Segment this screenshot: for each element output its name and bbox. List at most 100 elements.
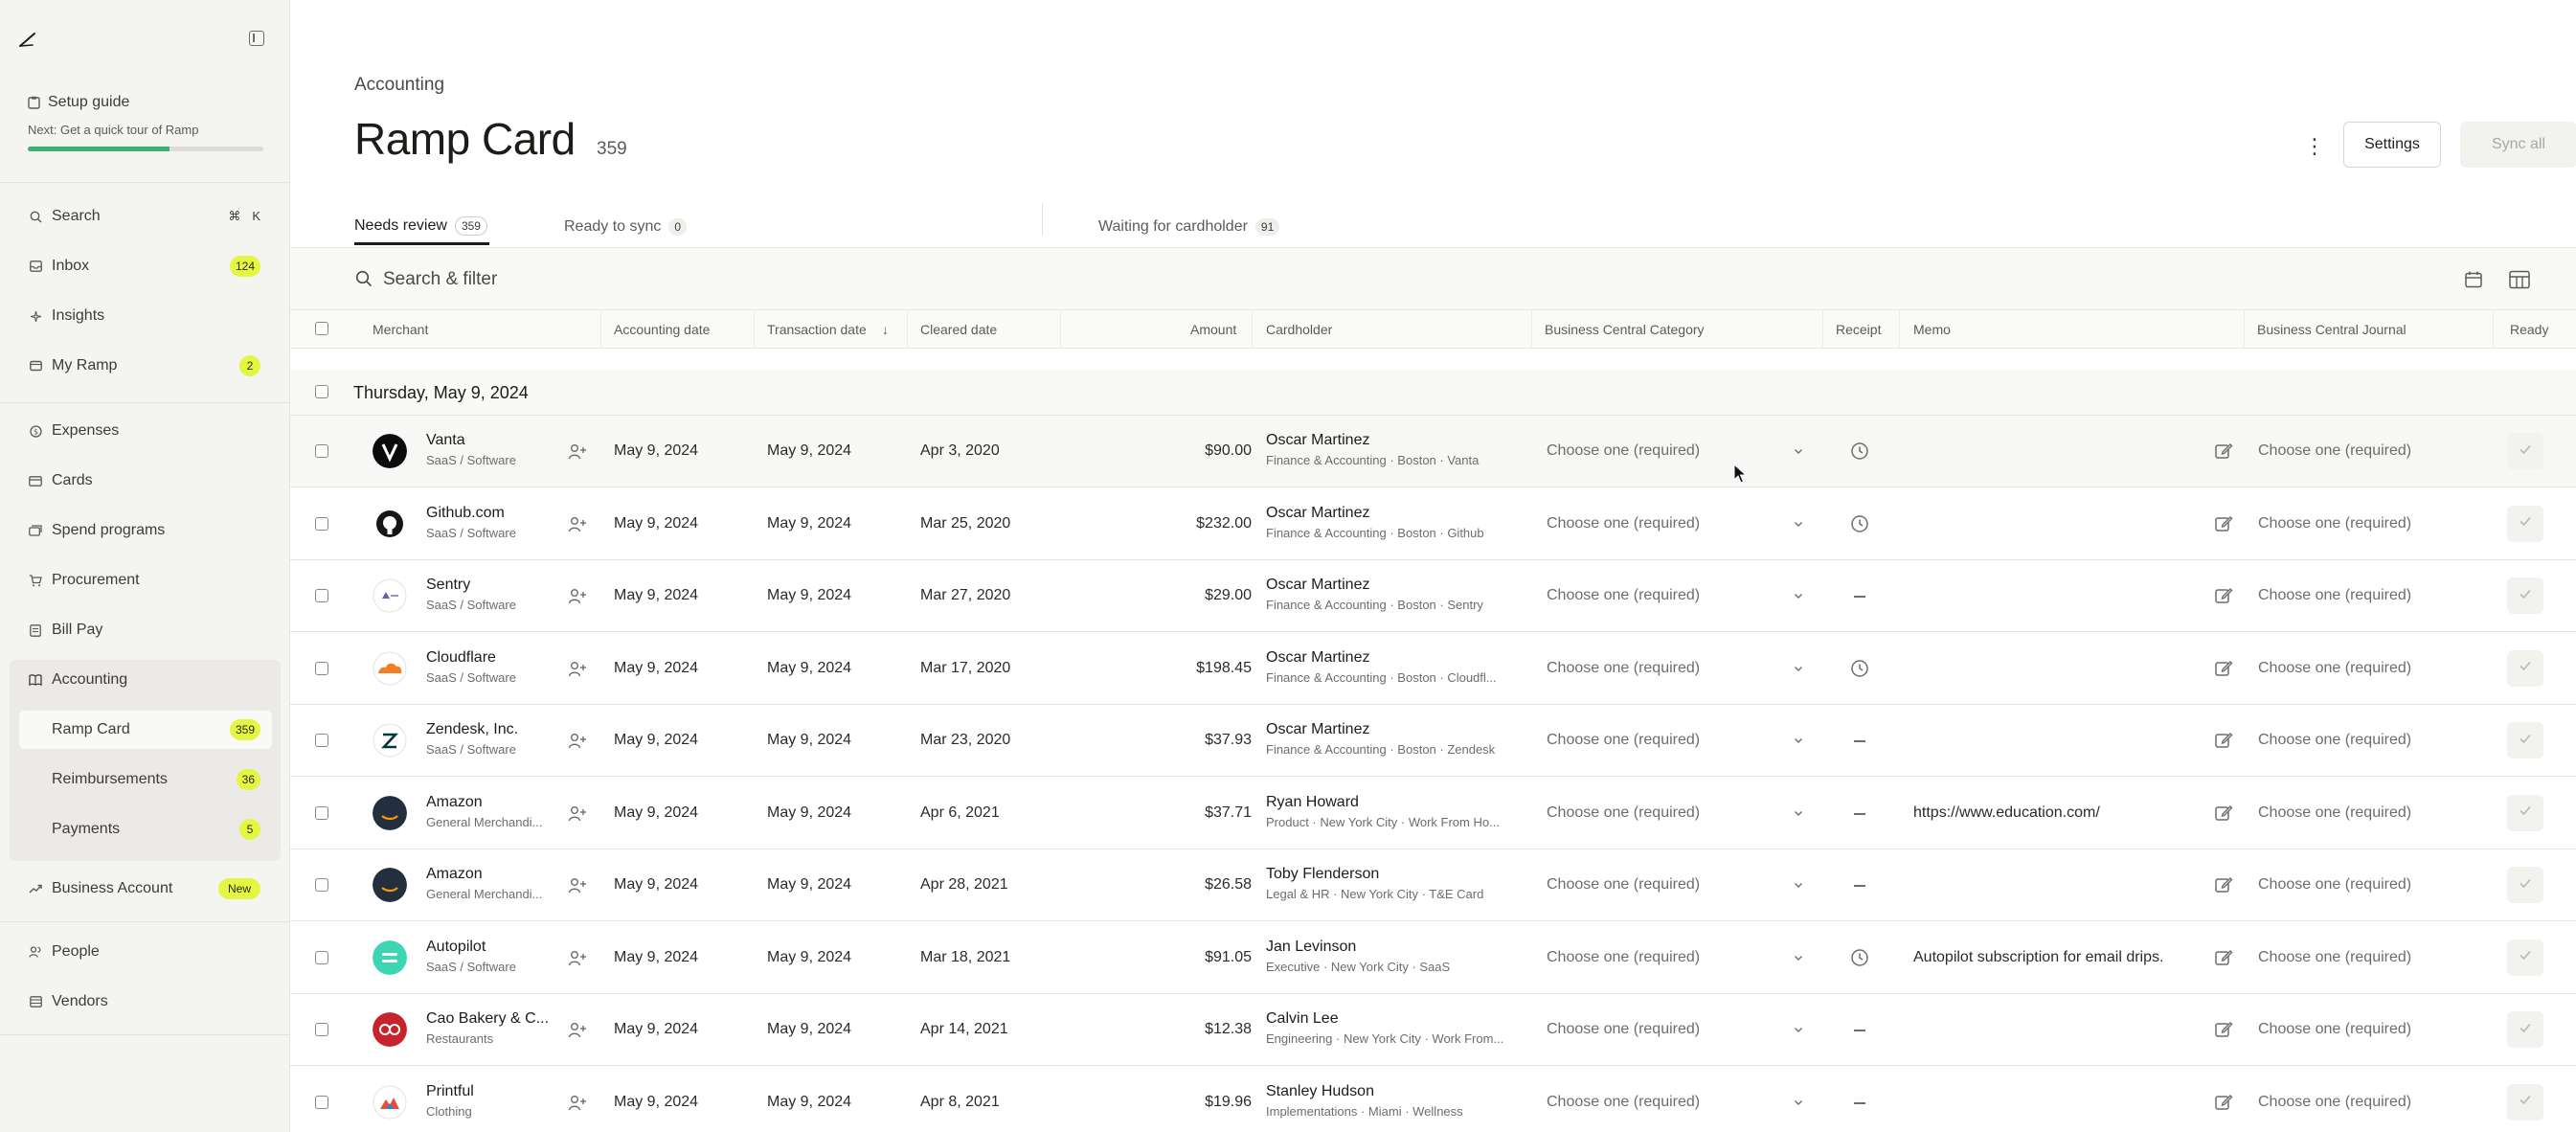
row-checkbox[interactable] xyxy=(315,1095,328,1109)
sidebar-item-bill-pay[interactable]: Bill Pay xyxy=(19,611,272,649)
table-row[interactable]: Cao Bakery & C... Restaurants May 9, 2024 M… xyxy=(290,994,2576,1066)
assign-user-icon[interactable] xyxy=(568,950,587,967)
assign-user-icon[interactable] xyxy=(568,588,587,605)
accounting-date[interactable]: May 9, 2024 xyxy=(614,442,698,460)
chevron-down-icon[interactable] xyxy=(1793,806,1804,818)
assign-user-icon[interactable] xyxy=(568,805,587,823)
chevron-down-icon[interactable] xyxy=(1793,1023,1804,1034)
mark-ready-button[interactable] xyxy=(2507,1011,2543,1048)
tab-waiting-for-cardholder[interactable]: Waiting for cardholder 91 xyxy=(1098,209,1280,245)
journal-select[interactable]: Choose one (required) xyxy=(2258,1094,2411,1111)
assign-user-icon[interactable] xyxy=(568,877,587,894)
merchant-name[interactable]: Amazon xyxy=(426,866,483,883)
receipt-pending-icon[interactable] xyxy=(1850,514,1869,533)
tab-needs-review[interactable]: Needs review 359 xyxy=(354,209,489,245)
edit-memo-icon[interactable] xyxy=(2214,514,2233,533)
column-header-category[interactable]: Business Central Category xyxy=(1545,322,1705,337)
journal-select[interactable]: Choose one (required) xyxy=(2258,804,2411,822)
column-header-receipt[interactable]: Receipt xyxy=(1836,322,1881,337)
sync-all-button[interactable]: Sync all xyxy=(2460,122,2576,168)
category-select[interactable]: Choose one (required) xyxy=(1547,804,1700,822)
chevron-down-icon[interactable] xyxy=(1793,517,1804,529)
table-row[interactable]: Autopilot SaaS / Software May 9, 2024 May 9… xyxy=(290,921,2576,994)
edit-memo-icon[interactable] xyxy=(2214,731,2233,750)
journal-select[interactable]: Choose one (required) xyxy=(2258,442,2411,460)
row-checkbox[interactable] xyxy=(315,661,328,675)
tab-ready-to-sync[interactable]: Ready to sync 0 xyxy=(564,209,688,245)
table-row[interactable]: Vanta SaaS / Software May 9, 2024 May 9, 20… xyxy=(290,416,2576,487)
chevron-down-icon[interactable] xyxy=(1793,878,1804,890)
edit-memo-icon[interactable] xyxy=(2214,804,2233,823)
merchant-name[interactable]: Vanta xyxy=(426,432,465,449)
assign-user-icon[interactable] xyxy=(568,516,587,533)
edit-memo-icon[interactable] xyxy=(2214,1020,2233,1039)
table-row[interactable]: Printful Clothing May 9, 2024 May 9, 2024 Ap… xyxy=(290,1066,2576,1132)
edit-memo-icon[interactable] xyxy=(2214,441,2233,461)
category-select[interactable]: Choose one (required) xyxy=(1547,732,1700,749)
category-select[interactable]: Choose one (required) xyxy=(1547,1094,1700,1111)
mark-ready-button[interactable] xyxy=(2507,505,2543,542)
search-input[interactable]: Search & filter xyxy=(383,269,497,290)
mark-ready-button[interactable] xyxy=(2507,939,2543,976)
ramp-logo-icon[interactable] xyxy=(17,29,38,50)
sidebar-item-expenses[interactable]: $ Expenses xyxy=(19,412,272,450)
table-row[interactable]: Sentry SaaS / Software May 9, 2024 May 9, 2… xyxy=(290,560,2576,632)
mark-ready-button[interactable] xyxy=(2507,794,2543,831)
row-checkbox[interactable] xyxy=(315,516,328,531)
row-checkbox[interactable] xyxy=(315,734,328,747)
select-all-checkbox[interactable] xyxy=(315,322,328,335)
edit-memo-icon[interactable] xyxy=(2214,948,2233,967)
category-select[interactable]: Choose one (required) xyxy=(1547,515,1700,532)
merchant-name[interactable]: Github.com xyxy=(426,505,505,522)
sidebar-item-search[interactable]: Search ⌘ K xyxy=(19,197,272,236)
sidebar-item-accounting[interactable]: Accounting xyxy=(19,661,272,699)
assign-user-icon[interactable] xyxy=(568,661,587,678)
row-checkbox[interactable] xyxy=(315,444,328,458)
accounting-date[interactable]: May 9, 2024 xyxy=(614,804,698,822)
merchant-name[interactable]: Cloudflare xyxy=(426,649,496,667)
journal-select[interactable]: Choose one (required) xyxy=(2258,660,2411,677)
journal-select[interactable]: Choose one (required) xyxy=(2258,1021,2411,1038)
memo-text[interactable]: https://www.education.com/ xyxy=(1913,804,2100,822)
category-select[interactable]: Choose one (required) xyxy=(1547,949,1700,966)
chevron-down-icon[interactable] xyxy=(1793,951,1804,962)
category-select[interactable]: Choose one (required) xyxy=(1547,660,1700,677)
table-row[interactable]: Github.com SaaS / Software May 9, 2024 May … xyxy=(290,487,2576,560)
search-bar[interactable]: Search & filter xyxy=(290,247,2576,310)
journal-select[interactable]: Choose one (required) xyxy=(2258,949,2411,966)
more-options-icon[interactable]: ⋮ xyxy=(2304,134,2325,159)
edit-memo-icon[interactable] xyxy=(2214,875,2233,894)
merchant-name[interactable]: Printful xyxy=(426,1083,474,1100)
columns-icon[interactable] xyxy=(2509,270,2530,289)
sidebar-item-spend-programs[interactable]: Spend programs xyxy=(19,511,272,550)
sidebar-item-cards[interactable]: Cards xyxy=(19,462,272,500)
journal-select[interactable]: Choose one (required) xyxy=(2258,732,2411,749)
setup-guide[interactable]: Setup guide Next: Get a quick tour of Ra… xyxy=(28,94,263,151)
edit-memo-icon[interactable] xyxy=(2214,1093,2233,1112)
receipt-pending-icon[interactable] xyxy=(1850,441,1869,461)
row-checkbox[interactable] xyxy=(315,1023,328,1036)
mark-ready-button[interactable] xyxy=(2507,577,2543,614)
sidebar-item-insights[interactable]: Insights xyxy=(19,297,272,335)
journal-select[interactable]: Choose one (required) xyxy=(2258,587,2411,604)
category-select[interactable]: Choose one (required) xyxy=(1547,587,1700,604)
row-checkbox[interactable] xyxy=(315,878,328,892)
receipt-pending-icon[interactable] xyxy=(1850,948,1869,967)
journal-select[interactable]: Choose one (required) xyxy=(2258,515,2411,532)
row-checkbox[interactable] xyxy=(315,950,328,964)
table-row[interactable]: Cloudflare SaaS / Software May 9, 2024 May … xyxy=(290,632,2576,705)
column-header-amount[interactable]: Amount xyxy=(1190,322,1236,337)
merchant-name[interactable]: Zendesk, Inc. xyxy=(426,721,518,738)
chevron-down-icon[interactable] xyxy=(1793,662,1804,673)
mark-ready-button[interactable] xyxy=(2507,1083,2543,1121)
sidebar-item-vendors[interactable]: Vendors xyxy=(19,983,272,1021)
column-header-merchant[interactable]: Merchant xyxy=(373,322,428,337)
accounting-date[interactable]: May 9, 2024 xyxy=(614,876,698,894)
mark-ready-button[interactable] xyxy=(2507,867,2543,903)
column-header-cleared-date[interactable]: Cleared date xyxy=(920,322,997,337)
category-select[interactable]: Choose one (required) xyxy=(1547,442,1700,460)
sort-descending-icon[interactable]: ↓ xyxy=(882,322,889,337)
calendar-icon[interactable] xyxy=(2464,270,2483,289)
accounting-date[interactable]: May 9, 2024 xyxy=(614,660,698,677)
edit-memo-icon[interactable] xyxy=(2214,586,2233,605)
